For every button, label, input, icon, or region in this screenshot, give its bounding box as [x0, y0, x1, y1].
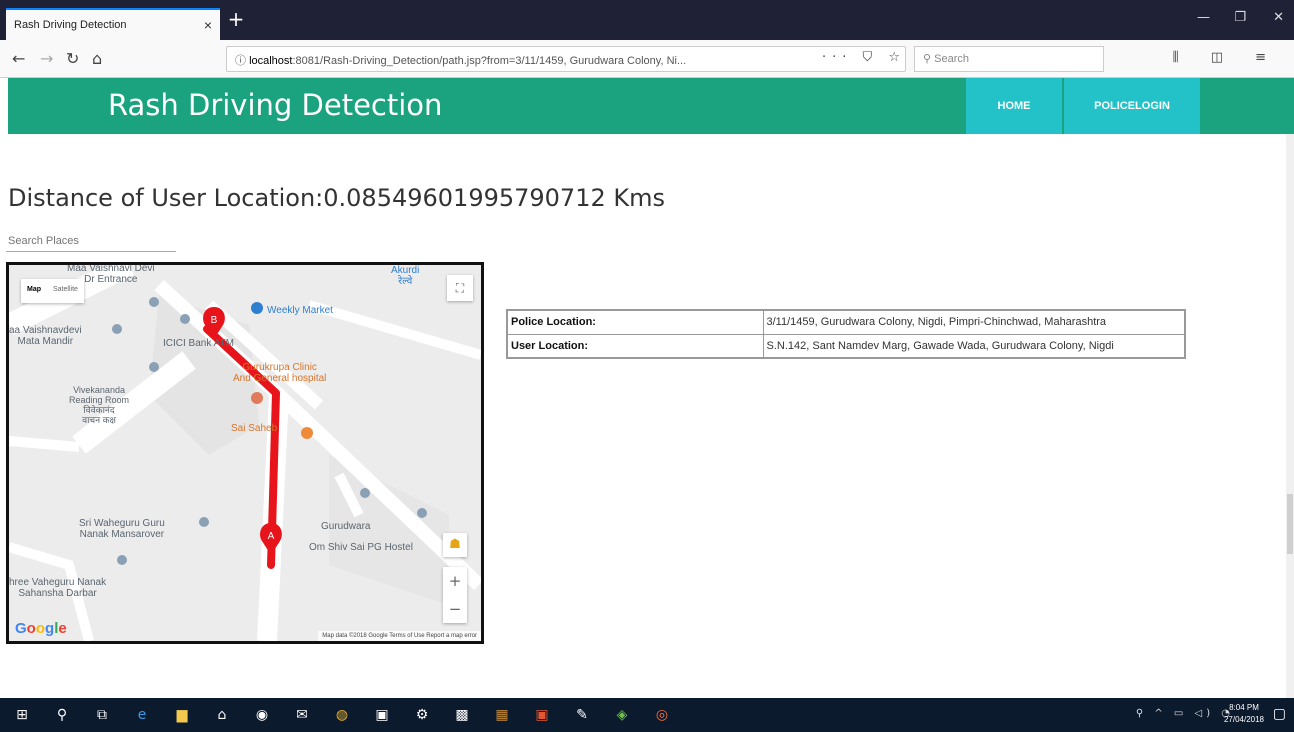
forward-icon[interactable]: →: [40, 49, 53, 68]
system-tray[interactable]: ⚲ ^ ▭ ◁) ◔: [1136, 708, 1234, 719]
app-icon[interactable]: ▣: [372, 706, 392, 724]
zoom-in-button[interactable]: +: [443, 567, 467, 595]
app-icon[interactable]: ✎: [572, 706, 592, 724]
site-header: Rash Driving Detection HOME POLICELOGIN: [8, 78, 1294, 134]
app-icon[interactable]: ◉: [252, 706, 272, 724]
library-icon[interactable]: ⫼ ◫ ≡: [1173, 50, 1280, 65]
places-search-input[interactable]: [6, 230, 176, 252]
map[interactable]: B A Maa Vaishnavi Devi Dr Entrance Akurdi…: [6, 262, 484, 644]
page-actions[interactable]: ··· ⛉ ☆: [822, 50, 906, 65]
clock-time: 8:04 PM: [1229, 703, 1259, 712]
tab-title: Rash Driving Detection: [14, 19, 127, 31]
app-icon[interactable]: ▦: [492, 706, 512, 724]
map-label: Gurukrupa Clinic And General hospital: [233, 362, 327, 384]
nav-police-login-button[interactable]: POLICELOGIN: [1064, 78, 1200, 134]
settings-icon[interactable]: ⚙: [412, 706, 432, 724]
search-icon: ⚲: [923, 53, 935, 65]
edge-icon[interactable]: e: [132, 706, 152, 724]
map-label: Sai Saheb: [231, 423, 278, 434]
distance-heading: Distance of User Location:0.085496019957…: [8, 184, 665, 212]
back-icon[interactable]: ←: [12, 49, 25, 68]
browser-search-input[interactable]: ⚲ Search: [914, 46, 1104, 72]
search-placeholder: Search: [934, 53, 969, 65]
map-label: hree Vaheguru Nanak Sahansha Darbar: [9, 577, 107, 599]
zoom-control: + −: [443, 567, 467, 623]
url-bar[interactable]: ⓘ localhost:8081/Rash-Driving_Detection/…: [226, 46, 906, 72]
scrollbar-thumb[interactable]: [1287, 494, 1293, 554]
page-scrollbar[interactable]: [1286, 134, 1294, 698]
file-explorer-icon[interactable]: ▆: [172, 706, 192, 724]
map-label: Sri Waheguru Guru Nanak Mansarover: [79, 518, 165, 540]
task-view-icon[interactable]: ⧉: [92, 706, 112, 724]
mail-icon[interactable]: ✉: [292, 706, 312, 724]
map-footer[interactable]: Map data ©2018 Google Terms of Use Repor…: [318, 631, 481, 641]
clock-date: 27/04/2018: [1223, 715, 1264, 724]
info-icon[interactable]: ⓘ: [235, 55, 249, 67]
map-label: Weekly Market: [267, 305, 333, 316]
google-logo: Google: [15, 620, 67, 637]
url-host: localhost: [249, 55, 293, 67]
nav-home-button[interactable]: HOME: [966, 78, 1062, 134]
reload-icon[interactable]: ↻: [66, 49, 79, 68]
table-row: User Location: S.N.142, Sant Namdev Marg…: [506, 333, 1186, 359]
user-location-value: S.N.142, Sant Namdev Marg, Gawade Wada, …: [762, 333, 1186, 359]
close-icon[interactable]: ×: [204, 17, 212, 33]
windows-taskbar: ⊞ ⚲ ⧉ e ▆ ⌂ ◉ ✉ ◍ ▣ ⚙ ▩ ▦ ▣ ✎ ◈ ◎ ⚲ ^ ▭ …: [0, 698, 1294, 732]
map-type-map-button[interactable]: Map: [21, 279, 47, 303]
browser-tab[interactable]: Rash Driving Detection ×: [6, 8, 220, 40]
table-row: Police Location: 3/11/1459, Gurudwara Co…: [506, 309, 1186, 335]
app-icon[interactable]: ▣: [532, 706, 552, 724]
notification-icon[interactable]: ▢: [1273, 706, 1286, 722]
map-label: Gurudwara: [321, 521, 371, 532]
map-label: aa Vaishnavdevi Mata Mandir: [9, 325, 82, 347]
marker-b-label: B: [211, 315, 218, 326]
taskbar-clock[interactable]: 8:04 PM 27/04/2018: [1224, 702, 1264, 726]
app-icon[interactable]: ▩: [452, 706, 472, 724]
map-label: Om Shiv Sai PG Hostel: [309, 542, 413, 553]
zoom-out-button[interactable]: −: [443, 595, 467, 623]
map-type-control: Map Satellite: [21, 279, 84, 303]
windows-start-icon[interactable]: ⊞: [12, 706, 32, 724]
police-location-label: Police Location:: [506, 309, 764, 335]
new-tab-button[interactable]: +: [226, 8, 246, 32]
site-title: Rash Driving Detection: [108, 88, 443, 122]
search-icon[interactable]: ⚲: [52, 706, 72, 724]
fullscreen-icon[interactable]: ⛶: [447, 275, 473, 301]
home-icon[interactable]: ⌂: [92, 49, 102, 68]
restore-icon[interactable]: ❐: [1234, 10, 1246, 25]
browser-nav-bar: ← → ↻ ⌂ ⓘ localhost:8081/Rash-Driving_De…: [0, 40, 1294, 78]
minimize-icon[interactable]: —: [1197, 10, 1210, 25]
marker-a-label: A: [268, 531, 275, 542]
user-location-label: User Location:: [506, 333, 764, 359]
police-location-value: 3/11/1459, Gurudwara Colony, Nigdi, Pimp…: [762, 309, 1186, 335]
map-type-satellite-button[interactable]: Satellite: [47, 279, 84, 303]
map-label: ICICI Bank ATM: [163, 338, 234, 349]
close-window-icon[interactable]: ✕: [1273, 10, 1284, 25]
chrome-icon[interactable]: ◍: [332, 706, 352, 724]
map-label: Vivekananda Reading Room विवेकानंद वाचन क…: [69, 385, 130, 425]
location-table: Police Location: 3/11/1459, Gurudwara Co…: [506, 309, 1186, 359]
map-label: Akurdi रेल्वे: [391, 265, 420, 287]
app-icon[interactable]: ◈: [612, 706, 632, 724]
store-icon[interactable]: ⌂: [212, 706, 232, 724]
pegman-icon[interactable]: ☗: [443, 533, 467, 557]
browser-tab-bar: Rash Driving Detection × + — ❐ ✕: [0, 0, 1294, 40]
firefox-icon[interactable]: ◎: [652, 706, 672, 724]
url-path: :8081/Rash-Driving_Detection/path.jsp?fr…: [292, 55, 687, 67]
